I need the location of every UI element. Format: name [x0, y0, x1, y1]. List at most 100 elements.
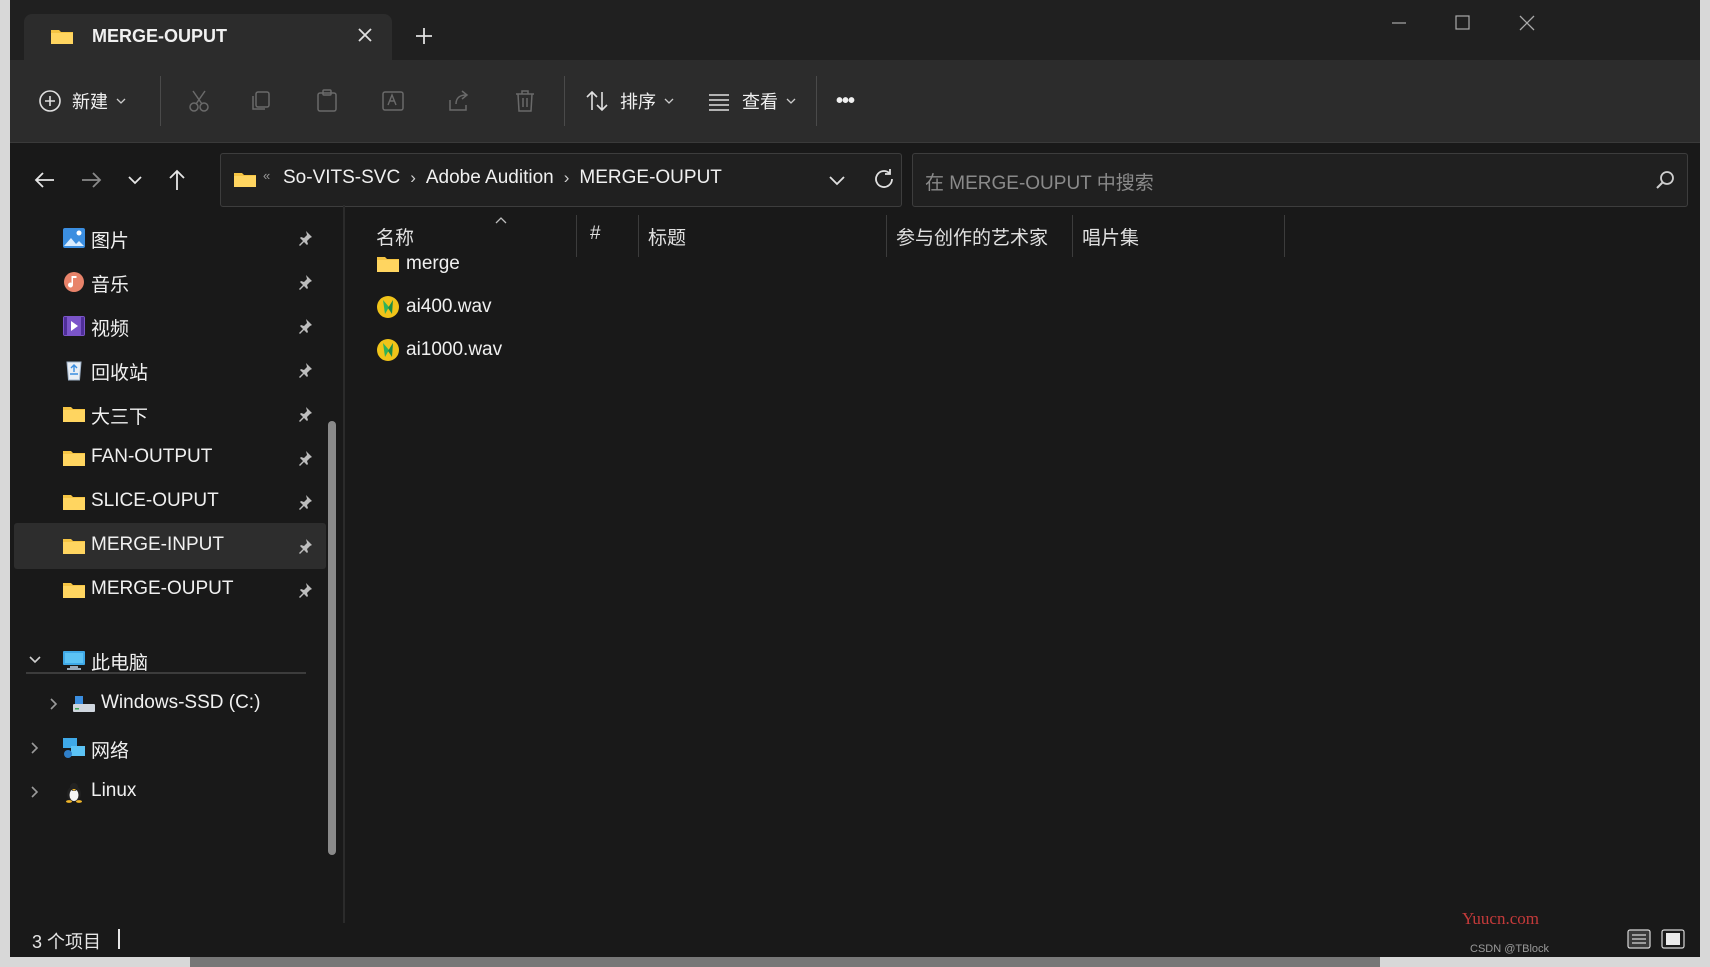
breadcrumb-separator[interactable]: › — [564, 168, 570, 188]
new-label: 新建 — [72, 92, 108, 112]
search-placeholder: 在 MERGE-OUPUT 中搜索 — [925, 173, 1154, 194]
sidebar-item-this-pc[interactable]: 此电脑 — [14, 637, 326, 683]
folder-icon — [377, 257, 399, 272]
column-divider[interactable] — [1072, 215, 1073, 257]
rename-button[interactable] — [380, 82, 406, 120]
large-icons-view-icon[interactable] — [1660, 927, 1686, 951]
sidebar-item-network[interactable]: 网络 — [14, 725, 326, 771]
forward-arrow-icon[interactable] — [76, 165, 106, 195]
folder-icon — [63, 539, 85, 554]
sidebar-item-videos[interactable]: 视频 — [14, 303, 326, 349]
up-arrow-icon[interactable] — [162, 165, 192, 195]
chevron-down-icon — [664, 98, 674, 104]
delete-button[interactable] — [512, 82, 538, 120]
breadcrumb-item[interactable]: Adobe Audition — [426, 167, 554, 189]
column-divider[interactable] — [1284, 215, 1285, 257]
toolbar-divider — [160, 76, 161, 126]
search-icon — [1656, 171, 1674, 189]
navigation-pane: 图片 音乐 视频 回收站 大三下 FAN-OUTPUT SLICE-OUPUT … — [10, 215, 340, 923]
sidebar-item-linux[interactable]: Linux — [14, 769, 326, 815]
list-item[interactable]: merge — [376, 247, 460, 281]
sidebar-item-label: 视频 — [91, 319, 130, 340]
more-options-button[interactable]: ••• — [836, 82, 855, 120]
new-button[interactable]: 新建 — [38, 82, 126, 120]
sidebar-item-fan-output[interactable]: FAN-OUTPUT — [14, 435, 326, 481]
sidebar-item-label: 回收站 — [91, 363, 149, 384]
sidebar-item-music[interactable]: 音乐 — [14, 259, 326, 305]
recycle-bin-icon — [66, 361, 82, 381]
share-icon — [449, 90, 469, 111]
maximize-icon[interactable] — [1442, 8, 1482, 38]
pin-icon[interactable] — [296, 449, 314, 467]
view-button[interactable]: 查看 — [706, 82, 796, 120]
cut-button[interactable] — [186, 82, 212, 120]
pin-icon[interactable] — [296, 493, 314, 511]
taskbar-shadow — [190, 957, 1380, 967]
videos-icon — [63, 316, 85, 336]
column-header-contributing-artists[interactable]: 参与创作的艺术家 — [896, 223, 1048, 250]
folder-icon — [63, 407, 85, 422]
refresh-icon[interactable] — [871, 166, 897, 192]
close-tab-icon[interactable] — [352, 22, 378, 48]
share-button[interactable] — [446, 82, 472, 120]
search-box[interactable]: 在 MERGE-OUPUT 中搜索 — [912, 153, 1688, 207]
pin-icon[interactable] — [296, 581, 314, 599]
new-tab-icon[interactable] — [410, 22, 438, 50]
column-divider[interactable] — [638, 215, 639, 257]
sidebar-scrollbar[interactable] — [326, 205, 338, 917]
status-bar: 3 个项目 Yuucn.com CSDN @TBlock — [10, 909, 1700, 957]
pin-icon[interactable] — [296, 273, 314, 291]
scrollbar-thumb[interactable] — [328, 421, 336, 855]
column-divider[interactable] — [576, 215, 577, 257]
copy-icon — [252, 91, 270, 110]
pin-icon[interactable] — [296, 229, 314, 247]
breadcrumb-separator[interactable]: › — [410, 168, 416, 188]
column-header-number[interactable]: # — [590, 223, 601, 245]
chevron-down-icon — [116, 98, 126, 104]
breadcrumb-item[interactable]: MERGE-OUPUT — [579, 167, 722, 189]
sidebar-item-pictures[interactable]: 图片 — [14, 215, 326, 261]
pin-icon[interactable] — [296, 361, 314, 379]
navigation-bar: « So-VITS-SVC › Adobe Audition › MERGE-O… — [10, 143, 1700, 215]
recent-locations-icon[interactable] — [120, 165, 150, 195]
pin-icon[interactable] — [296, 405, 314, 423]
sidebar-item-merge-input[interactable]: MERGE-INPUT — [14, 523, 326, 569]
column-header-name[interactable]: 名称 — [376, 223, 414, 250]
address-bar[interactable]: « So-VITS-SVC › Adobe Audition › MERGE-O… — [220, 153, 902, 207]
file-explorer-window: MERGE-OUPUT 新建 排序 查看 ••• « So-VITS-SVC ›… — [10, 0, 1700, 957]
pictures-icon — [63, 228, 85, 248]
file-name: ai1000.wav — [406, 339, 503, 360]
column-divider[interactable] — [886, 215, 887, 257]
column-header-title[interactable]: 标题 — [648, 223, 686, 250]
sidebar-item-label: FAN-OUTPUT — [91, 446, 213, 467]
pin-icon[interactable] — [296, 317, 314, 335]
folder-icon — [63, 495, 85, 510]
details-view-icon[interactable] — [1626, 927, 1652, 951]
paste-button[interactable] — [314, 82, 340, 120]
column-header-album[interactable]: 唱片集 — [1082, 223, 1139, 250]
list-item[interactable]: ai400.wav — [376, 290, 492, 324]
breadcrumb-overflow[interactable]: « — [263, 168, 270, 183]
copy-button[interactable] — [248, 82, 274, 120]
address-dropdown-icon[interactable] — [825, 168, 849, 192]
sidebar-item-windows-ssd[interactable]: Windows-SSD (C:) — [24, 681, 336, 727]
sort-icon — [586, 90, 608, 112]
back-arrow-icon[interactable] — [30, 165, 60, 195]
tab-merge-ouput[interactable]: MERGE-OUPUT — [24, 14, 392, 60]
list-item[interactable]: ai1000.wav — [376, 333, 502, 367]
cut-icon — [189, 90, 209, 112]
breadcrumb-item[interactable]: So-VITS-SVC — [283, 167, 400, 189]
chevron-down-icon — [786, 98, 796, 104]
sidebar-item-folder-dasanxia[interactable]: 大三下 — [14, 391, 326, 437]
minimize-icon[interactable] — [1378, 8, 1418, 38]
sidebar-item-slice-ouput[interactable]: SLICE-OUPUT — [14, 479, 326, 525]
pane-splitter[interactable] — [343, 205, 345, 923]
sidebar-item-recycle-bin[interactable]: 回收站 — [14, 347, 326, 393]
sidebar-item-label: SLICE-OUPUT — [91, 490, 219, 511]
trash-icon — [516, 90, 534, 112]
pin-icon[interactable] — [296, 537, 314, 555]
sidebar-item-merge-ouput[interactable]: MERGE-OUPUT — [14, 567, 326, 613]
close-window-icon[interactable] — [1506, 8, 1546, 38]
item-count: 3 个项目 — [32, 932, 102, 952]
sort-button[interactable]: 排序 — [584, 82, 674, 120]
